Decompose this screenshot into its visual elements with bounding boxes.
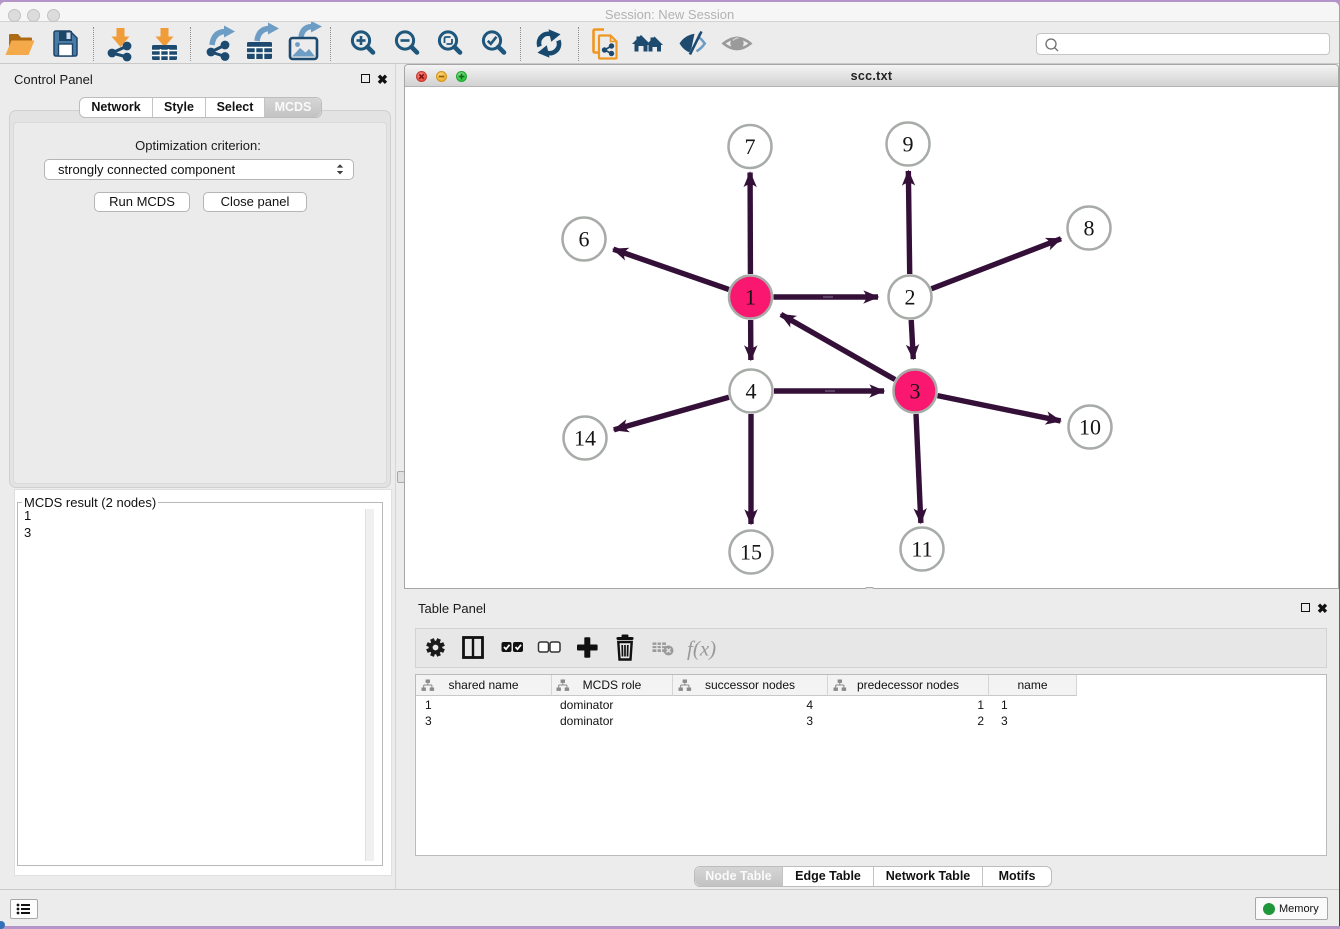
- svg-text:2: 2: [905, 285, 916, 310]
- svg-text:f(x): f(x): [687, 637, 716, 661]
- svg-text:11: 11: [911, 537, 932, 562]
- svg-text:3: 3: [910, 379, 921, 404]
- svg-text:15: 15: [740, 540, 762, 565]
- svg-text:9: 9: [903, 132, 914, 157]
- svg-text:1: 1: [745, 285, 756, 310]
- svg-text:4: 4: [746, 379, 757, 404]
- svg-text:14: 14: [574, 426, 596, 451]
- svg-text:7: 7: [745, 134, 756, 159]
- svg-text:6: 6: [579, 227, 590, 252]
- svg-text:10: 10: [1079, 415, 1101, 440]
- svg-text:8: 8: [1084, 216, 1095, 241]
